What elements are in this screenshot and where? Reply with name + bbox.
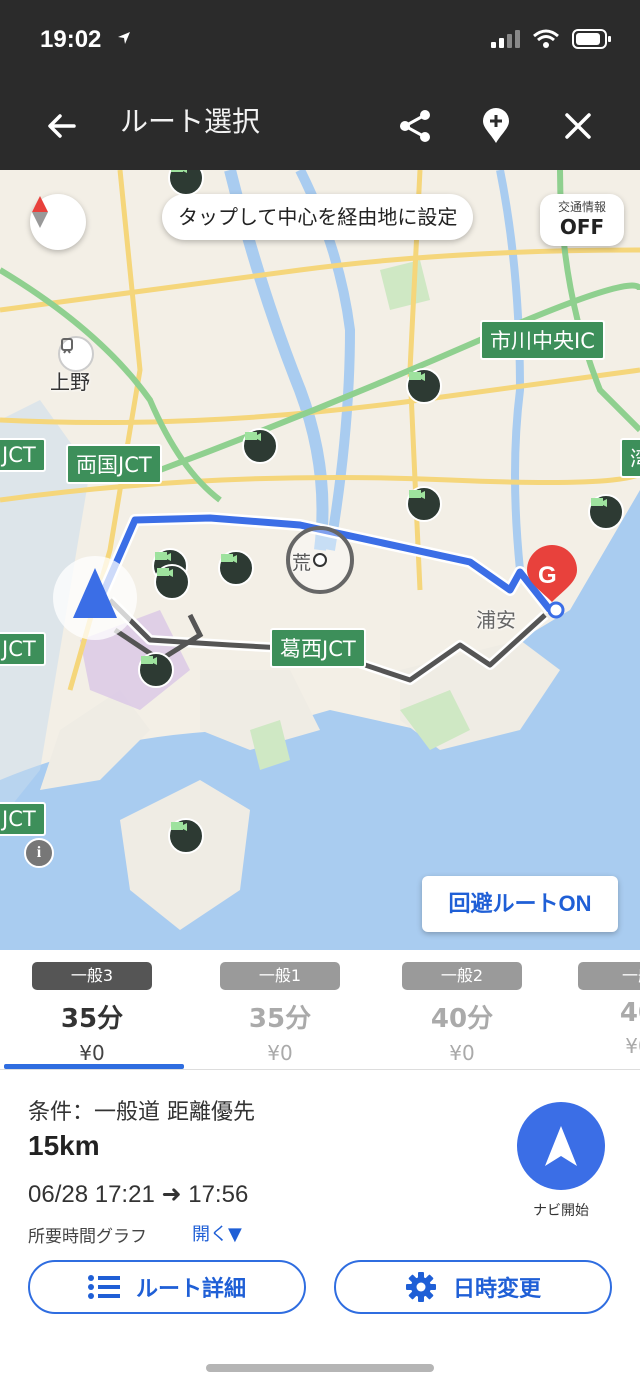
navigation-arrow-icon	[545, 1126, 577, 1166]
route-tab[interactable]: 一般1 35分 ¥0	[190, 962, 370, 1065]
start-navigation-label: ナビ開始	[533, 1203, 589, 1219]
junction-label: JCT	[0, 802, 46, 836]
close-button[interactable]	[548, 96, 608, 156]
close-icon	[565, 113, 591, 139]
datetime-change-label: 日時変更	[452, 1277, 541, 1302]
status-time: 19:02	[40, 26, 102, 53]
active-tab-indicator	[4, 1064, 184, 1069]
duration-graph-open[interactable]: 開く▼	[192, 1220, 242, 1246]
route-time: 35分	[248, 1004, 312, 1034]
duration-graph-label: 所要時間グラフ	[28, 1227, 147, 1247]
route-detail-label: ルート詳細	[135, 1277, 246, 1302]
camera-marker-icon[interactable]	[168, 818, 204, 854]
route-tabs: 一般3 35分 ¥0 一般1 35分 ¥0 一般2 40分 ¥0 一般 40 ¥…	[0, 950, 640, 1070]
route-badge: 一般	[578, 962, 640, 990]
signal-icon	[491, 30, 520, 48]
route-times: 06/28 17:21 ➜ 17:56	[28, 1181, 249, 1208]
avoid-route-button[interactable]: 回避ルートON	[422, 876, 618, 932]
page-title: ルート選択	[120, 105, 261, 138]
info-icon[interactable]: i	[24, 838, 54, 868]
route-cost: ¥0	[449, 1041, 475, 1065]
battery-icon	[572, 29, 611, 49]
route-badge: 一般1	[220, 962, 340, 990]
junction-label: 市川中央IC	[480, 320, 605, 360]
back-arrow-icon	[48, 114, 76, 138]
route-condition: 条件：一般道 距離優先	[28, 1100, 255, 1125]
camera-marker-icon[interactable]	[406, 368, 442, 404]
route-details: 条件：一般道 距離優先 15km 06/28 17:21 ➜ 17:56 所要時…	[0, 1070, 640, 1385]
camera-marker-icon[interactable]	[154, 564, 190, 600]
place-label: 浦安	[476, 608, 516, 632]
route-map[interactable]: 荒 G タップして中心を経由地に設定 交通情報 OFF 市川中央IC 両国JCT…	[0, 170, 640, 950]
route-time: 40分	[430, 1004, 494, 1034]
home-indicator[interactable]	[206, 1364, 434, 1372]
app-header: ルート選択	[0, 82, 640, 170]
status-bar: 19:02	[0, 0, 640, 82]
traffic-toggle[interactable]: 交通情報 OFF	[540, 194, 624, 246]
camera-marker-icon[interactable]	[138, 652, 174, 688]
wifi-icon	[533, 29, 559, 48]
route-tab[interactable]: 一般3 35分 ¥0	[2, 962, 182, 1065]
center-place-label: 荒	[292, 552, 312, 574]
add-waypoint-button[interactable]	[466, 96, 526, 156]
route-cost: ¥0	[625, 1034, 640, 1058]
junction-label: 葛西JCT	[270, 628, 366, 668]
route-badge: 一般2	[402, 962, 522, 990]
station-icon	[58, 336, 94, 372]
pin-plus-icon	[483, 108, 509, 143]
compass-icon	[32, 196, 48, 228]
route-time: 40	[619, 998, 640, 1028]
compass-button[interactable]	[30, 194, 86, 250]
list-icon	[87, 1275, 120, 1299]
goal-label: G	[538, 562, 557, 589]
route-cost: ¥0	[267, 1041, 293, 1065]
route-badge: 一般3	[32, 962, 152, 990]
junction-label: 湾	[620, 438, 640, 478]
tap-hint[interactable]: タップして中心を経由地に設定	[162, 194, 474, 240]
map-canvas	[0, 170, 640, 950]
junction-label: 両国JCT	[66, 444, 162, 484]
traffic-label: 交通情報	[557, 200, 606, 214]
route-tab[interactable]: 一般 40 ¥0	[548, 962, 640, 1058]
back-button[interactable]	[32, 96, 92, 156]
start-navigation-button[interactable]	[517, 1102, 605, 1190]
route-cost: ¥0	[79, 1041, 105, 1065]
camera-marker-icon[interactable]	[406, 486, 442, 522]
datetime-change-button[interactable]: 日時変更	[334, 1260, 612, 1314]
share-icon	[400, 110, 430, 142]
traffic-state: OFF	[559, 215, 605, 239]
route-time: 35分	[60, 1004, 124, 1034]
camera-marker-icon[interactable]	[588, 494, 624, 530]
share-button[interactable]	[385, 96, 445, 156]
route-detail-button[interactable]: ルート詳細	[28, 1260, 306, 1314]
route-tab[interactable]: 一般2 40分 ¥0	[372, 962, 552, 1065]
junction-label: JCT	[0, 438, 46, 472]
camera-marker-icon[interactable]	[218, 550, 254, 586]
junction-label: JCT	[0, 632, 46, 666]
camera-marker-icon[interactable]	[242, 428, 278, 464]
location-arrow-icon	[118, 32, 130, 44]
gear-icon	[405, 1272, 436, 1302]
route-distance: 15km	[28, 1130, 100, 1161]
